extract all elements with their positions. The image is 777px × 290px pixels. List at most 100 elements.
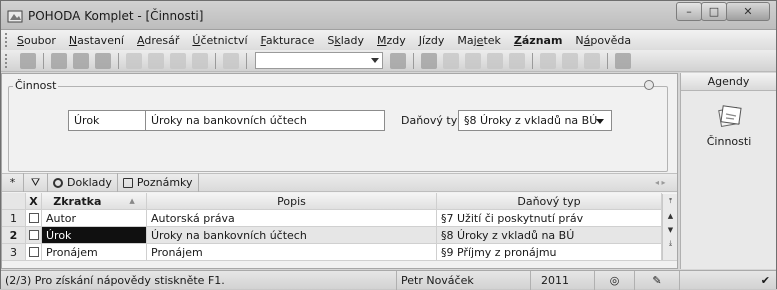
cell-danovy-typ: §8 Úroky z vkladů na BÚ <box>437 227 662 243</box>
scroll-up-icon[interactable]: ▲ <box>664 209 677 222</box>
link-icon[interactable] <box>443 52 459 69</box>
agenda-item-cinnosti[interactable]: Činnosti <box>681 135 777 148</box>
group-title: Činnost <box>13 79 59 92</box>
export-icon[interactable] <box>51 52 67 69</box>
header-x[interactable]: X <box>26 193 42 209</box>
danovy-typ-label: Daňový typ <box>401 114 465 127</box>
window-split-icon[interactable] <box>562 52 578 69</box>
tab-star[interactable]: * <box>2 173 24 192</box>
tab-poznamky-label: Poznámky <box>136 176 193 189</box>
header-danovy-typ[interactable]: Daňový typ <box>437 193 662 209</box>
popis-value: Úroky na bankovních účtech <box>151 114 307 127</box>
menubar-grip[interactable] <box>5 33 9 47</box>
menu-soubor[interactable]: Soubor <box>17 34 56 47</box>
navigate-icon[interactable] <box>20 52 36 69</box>
menu-fakturace[interactable]: Fakturace <box>261 34 315 47</box>
scroll-bottom-icon[interactable]: ⤓ <box>664 237 677 250</box>
group-icon[interactable] <box>421 52 437 69</box>
filter-tab[interactable]: ⛛ <box>24 173 48 192</box>
menu-jizdy[interactable]: Jízdy <box>419 34 445 47</box>
menu-nastaveni[interactable]: Nastavení <box>69 34 124 47</box>
table-row[interactable]: 3 Pronájem Pronájem §9 Příjmy z pronájmu <box>2 244 677 261</box>
close-button[interactable]: ✕ <box>726 2 770 21</box>
agendy-panel: Agendy Činnosti <box>680 73 776 269</box>
close-icon: ✕ <box>743 5 753 18</box>
menu-zaznam[interactable]: Záznam <box>514 34 563 47</box>
tools-icon[interactable] <box>509 52 525 69</box>
check-icon: ✔ <box>760 274 770 287</box>
maximize-icon: □ <box>708 5 720 18</box>
copy-icon[interactable] <box>223 52 239 69</box>
cell-popis: Autorská práva <box>147 210 437 226</box>
cinnost-group: Činnost Úrok Úroky na bankovních účtech … <box>8 79 668 172</box>
row-checkbox[interactable] <box>26 244 42 260</box>
print-icon[interactable] <box>73 52 89 69</box>
scroll-top-icon[interactable]: ⤒ <box>664 195 677 208</box>
status-help-text: (2/3) Pro získání nápovědy stiskněte F1. <box>1 271 397 290</box>
table-header-row: X Zkratka ▲ Popis Daňový typ <box>2 193 677 210</box>
toolbar-separator <box>43 52 44 69</box>
status-user: Petr Nováček <box>397 271 531 290</box>
tab-doklady[interactable]: Doklady <box>48 173 118 192</box>
popis-field[interactable]: Úroky na bankovních účtech <box>145 110 385 131</box>
danovy-typ-select[interactable]: §8 Úroky z vkladů na BÚ <box>458 110 612 131</box>
menu-majetek[interactable]: Majetek <box>457 34 501 47</box>
zkratka-value: Úrok <box>74 114 100 127</box>
app-window: POHODA Komplet - [Činnosti] – □ ✕ Soubor… <box>0 0 777 290</box>
row-checkbox[interactable] <box>26 210 42 226</box>
tab-poznamky[interactable]: Poznámky <box>118 173 199 192</box>
window-tile-icon[interactable] <box>584 52 600 69</box>
calculator-icon[interactable] <box>487 52 503 69</box>
scroll-down-icon[interactable]: ▼ <box>664 223 677 236</box>
save-icon[interactable] <box>170 52 186 69</box>
status-indicator-icon: ◎ <box>595 271 635 290</box>
table-icon[interactable] <box>465 52 481 69</box>
tab-doklady-label: Doklady <box>67 176 112 189</box>
sort-asc-icon: ▲ <box>129 197 135 205</box>
note-icon <box>122 177 133 188</box>
table-vertical-scrollbar[interactable]: ⤒ ▲ ▼ ⤓ <box>662 194 677 260</box>
menu-mzdy[interactable]: Mzdy <box>377 34 406 47</box>
cell-zkratka: Úrok <box>42 227 147 243</box>
agendy-panel-header: Agendy <box>681 73 776 91</box>
table-row[interactable]: 1 Autor Autorská práva §7 Užití či posky… <box>2 210 677 227</box>
edit-record-icon[interactable] <box>148 52 164 69</box>
menu-ucetnictvi[interactable]: Účetnictví <box>192 34 247 47</box>
cell-danovy-typ: §7 Užití či poskytnutí práv <box>437 210 662 226</box>
filter-icon[interactable] <box>390 52 406 69</box>
quick-filter-select[interactable] <box>255 52 383 69</box>
header-zkratka[interactable]: Zkratka ▲ <box>42 193 147 209</box>
chevron-down-icon <box>371 58 379 63</box>
maximize-button[interactable]: □ <box>701 2 727 21</box>
window-title: POHODA Komplet - [Činnosti] <box>28 9 204 23</box>
status-year: 2011 <box>531 271 595 290</box>
header-popis[interactable]: Popis <box>147 193 437 209</box>
menu-sklady[interactable]: Sklady <box>327 34 364 47</box>
toolbar-separator <box>532 52 533 69</box>
row-number: 3 <box>2 244 26 260</box>
toolbar-grip[interactable] <box>5 53 9 68</box>
agenda-tabstrip: * ⛛ Doklady Poznámky ◂ ▸ <box>2 173 677 192</box>
window-icon[interactable] <box>540 52 556 69</box>
menu-adresar[interactable]: Adresář <box>137 34 179 47</box>
table-row-selected[interactable]: 2 Úrok Úroky na bankovních účtech §8 Úro… <box>2 227 677 244</box>
toolbar-separator <box>413 52 414 69</box>
toolbar <box>1 50 776 72</box>
help-icon[interactable] <box>615 52 631 69</box>
zkratka-field[interactable]: Úrok <box>68 110 146 131</box>
title-bar: POHODA Komplet - [Činnosti] – □ ✕ <box>1 1 776 30</box>
record-status-icon <box>644 80 654 90</box>
cinnosti-agenda-icon[interactable] <box>717 104 743 130</box>
funnel-icon: ⛛ <box>30 175 41 189</box>
minimize-button[interactable]: – <box>676 2 702 21</box>
pencil-icon: ✎ <box>635 271 680 290</box>
new-record-icon[interactable] <box>126 52 142 69</box>
delete-icon[interactable] <box>192 52 208 69</box>
toolbar-separator <box>607 52 608 69</box>
row-checkbox[interactable] <box>26 227 42 243</box>
menu-napoveda[interactable]: Nápověda <box>575 34 631 47</box>
print-preview-icon[interactable] <box>95 52 111 69</box>
row-number: 2 <box>2 227 26 243</box>
tab-scroll-icon[interactable]: ◂ ▸ <box>655 178 669 188</box>
menu-bar: Soubor Nastavení Adresář Účetnictví Fakt… <box>1 30 776 50</box>
